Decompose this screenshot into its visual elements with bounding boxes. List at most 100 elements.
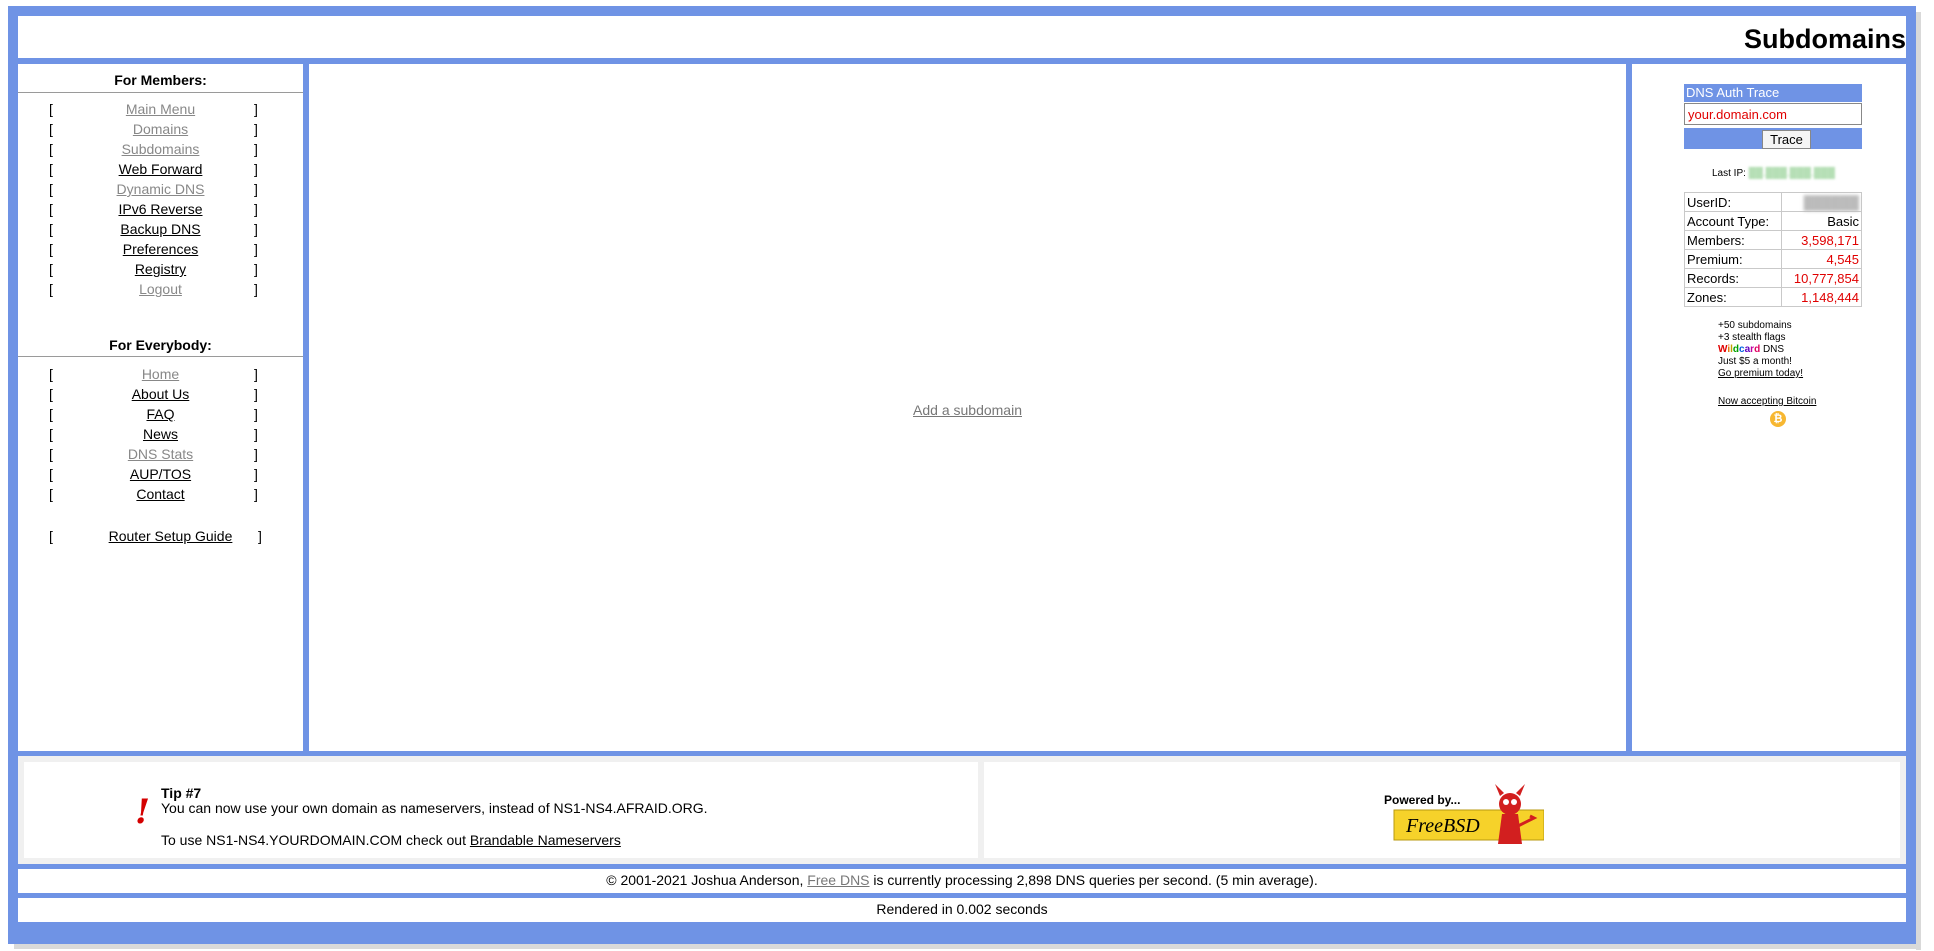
members-heading: For Members:	[114, 72, 207, 88]
bracket-close: ]	[254, 261, 258, 277]
bracket-close: ]	[254, 406, 258, 422]
stats-value: 3,598,171	[1781, 230, 1862, 250]
bracket-close: ]	[254, 426, 258, 442]
bracket-close: ]	[254, 486, 258, 502]
account-stats-table: UserID: ██████ Account Type: Basic Members: 3…	[1684, 192, 1862, 307]
stats-row: Premium: 4,545	[1684, 249, 1862, 269]
bracket-close: ]	[254, 281, 258, 297]
stats-value: ██████	[1781, 192, 1862, 212]
nav-item-faq: [FAQ]	[18, 404, 303, 424]
bracket-close: ]	[254, 366, 258, 382]
nav-item-ipv6-reverse: [IPv6 Reverse]	[18, 199, 303, 219]
render-time-text: Rendered in 0.002 seconds	[876, 901, 1048, 917]
stats-row: Records: 10,777,854	[1684, 268, 1862, 288]
nav-item-dynamic-dns: [Dynamic DNS]	[18, 179, 303, 199]
tip-text-2-prefix: To use NS1-NS4.YOURDOMAIN.COM check out	[161, 832, 470, 848]
nav-item-main-menu: [Main Menu]	[18, 99, 303, 119]
sidebar: For Members: [Main Menu][Domains][Subdom…	[18, 64, 303, 751]
domains-link[interactable]: Domains	[18, 119, 303, 139]
premium-promo: +50 subdomains +3 stealth flags Wildcard…	[1718, 320, 1803, 380]
page-title: Subdomains	[1743, 24, 1906, 54]
logout-link[interactable]: Logout	[18, 279, 303, 299]
footer-copyright: © 2001-2021 Joshua Anderson, Free DNS is…	[18, 869, 1906, 893]
stats-value: 4,545	[1781, 249, 1862, 269]
news-link[interactable]: News	[18, 424, 303, 444]
bracket-close: ]	[254, 121, 258, 137]
main-menu-link[interactable]: Main Menu	[18, 99, 303, 119]
last-ip-value: ██.███.███.███	[1748, 168, 1835, 179]
nav-item-contact: [Contact]	[18, 484, 303, 504]
tip-panel: ! Tip #7 You can now use your own domain…	[24, 762, 978, 858]
aup-tos-link[interactable]: AUP/TOS	[18, 464, 303, 484]
subdomains-link[interactable]: Subdomains	[18, 139, 303, 159]
stats-row: UserID: ██████	[1684, 192, 1862, 212]
about-us-link[interactable]: About Us	[18, 384, 303, 404]
dynamic-dns-link[interactable]: Dynamic DNS	[18, 179, 303, 199]
nav-item-backup-dns: [Backup DNS]	[18, 219, 303, 239]
trace-button[interactable]: Trace	[1762, 130, 1811, 149]
copyright-suffix: is currently processing 2,898 DNS querie…	[869, 872, 1318, 888]
nav-item-news: [News]	[18, 424, 303, 444]
tip-text-2: To use NS1-NS4.YOURDOMAIN.COM check out …	[161, 832, 621, 848]
nav-item-web-forward: [Web Forward]	[18, 159, 303, 179]
go-premium-link[interactable]: Go premium today!	[1718, 368, 1803, 379]
bracket-close: ]	[254, 201, 258, 217]
stats-row: Account Type: Basic	[1684, 211, 1862, 231]
free-dns-link[interactable]: Free DNS	[807, 872, 869, 888]
nav-item-about-us: [About Us]	[18, 384, 303, 404]
nav-item-domains: [Domains]	[18, 119, 303, 139]
tip-title: Tip #7	[161, 785, 202, 801]
stats-value: Basic	[1781, 211, 1862, 231]
brandable-nameservers-link[interactable]: Brandable Nameservers	[470, 832, 621, 848]
router-setup-guide-link[interactable]: Router Setup Guide	[28, 526, 313, 546]
promo-line: Wildcard DNS	[1718, 344, 1803, 356]
nav-item-preferences: [Preferences]	[18, 239, 303, 259]
wildcard-suffix: DNS	[1760, 344, 1785, 355]
last-ip: Last IP: ██.███.███.███	[1712, 168, 1835, 179]
stats-key: UserID:	[1684, 192, 1782, 212]
bitcoin-link[interactable]: Now accepting Bitcoin	[1718, 396, 1816, 407]
faq-link[interactable]: FAQ	[18, 404, 303, 424]
last-ip-label: Last IP:	[1712, 168, 1746, 179]
home-link[interactable]: Home	[18, 364, 303, 384]
nav-item-router-setup-guide: [ Router Setup Guide ]	[18, 526, 303, 546]
bracket-close: ]	[254, 241, 258, 257]
freebsd-text: FreeBSD	[1405, 815, 1480, 837]
footer-render-time: Rendered in 0.002 seconds	[18, 898, 1906, 922]
trace-domain-input[interactable]	[1684, 103, 1862, 125]
registry-link[interactable]: Registry	[18, 259, 303, 279]
copyright-text: © 2001-2021 Joshua Anderson, Free DNS is…	[18, 872, 1906, 888]
bracket-close: ]	[254, 181, 258, 197]
page-frame: Subdomains For Members: [Main Menu][Doma…	[8, 6, 1916, 944]
header: Subdomains	[18, 16, 1906, 58]
stats-key: Members:	[1684, 230, 1782, 250]
backup-dns-link[interactable]: Backup DNS	[18, 219, 303, 239]
nav-item-logout: [Logout]	[18, 279, 303, 299]
stats-key: Zones:	[1684, 287, 1782, 307]
dns-stats-link[interactable]: DNS Stats	[18, 444, 303, 464]
promo-line: +3 stealth flags	[1718, 332, 1786, 343]
promo-line: +50 subdomains	[1718, 320, 1792, 331]
stats-row: Zones: 1,148,444	[1684, 287, 1862, 307]
stats-key: Account Type:	[1684, 211, 1782, 231]
bracket-close: ]	[254, 446, 258, 462]
stats-value: 1,148,444	[1781, 287, 1862, 307]
copyright-prefix: © 2001-2021 Joshua Anderson,	[606, 872, 808, 888]
stats-row: Members: 3,598,171	[1684, 230, 1862, 250]
contact-link[interactable]: Contact	[18, 484, 303, 504]
bitcoin-icon[interactable]: ₿	[1770, 411, 1786, 427]
ipv6-reverse-link[interactable]: IPv6 Reverse	[18, 199, 303, 219]
main-content: Add a subdomain	[309, 64, 1626, 751]
bracket-close: ]	[254, 101, 258, 117]
preferences-link[interactable]: Preferences	[18, 239, 303, 259]
add-subdomain-link[interactable]: Add a subdomain	[309, 402, 1626, 418]
tip-bar: ! Tip #7 You can now use your own domain…	[18, 756, 1906, 864]
bracket-close: ]	[254, 221, 258, 237]
freebsd-logo-icon[interactable]: Powered by... FreeBSD	[1384, 782, 1544, 852]
web-forward-link[interactable]: Web Forward	[18, 159, 303, 179]
nav-item-subdomains: [Subdomains]	[18, 139, 303, 159]
exclamation-icon: !	[135, 792, 150, 832]
bracket-close: ]	[258, 528, 262, 544]
right-sidebar: DNS Auth Trace Trace Last IP: ██.███.███…	[1632, 64, 1906, 751]
tip-text: You can now use your own domain as names…	[161, 800, 708, 816]
